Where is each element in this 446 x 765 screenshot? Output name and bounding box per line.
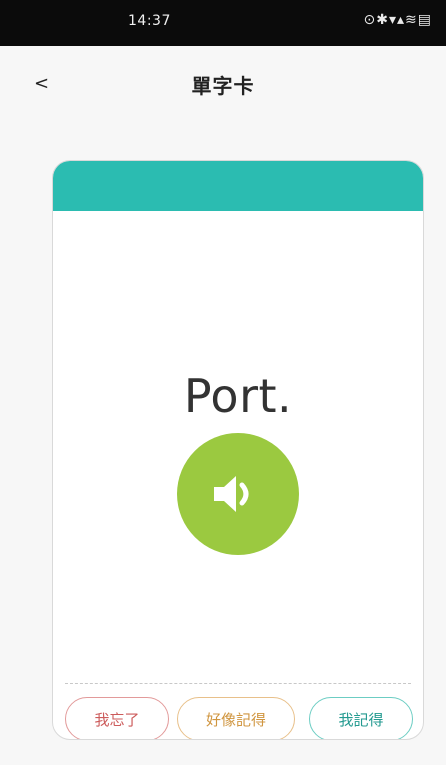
play-pronunciation-button[interactable]	[177, 433, 299, 555]
flashcard-word: Port.	[183, 369, 293, 423]
card-header-bar	[53, 161, 423, 211]
speaker-icon	[214, 476, 249, 512]
status-time: 14:37	[128, 13, 171, 29]
app-header: < 單字卡	[0, 46, 446, 122]
maybe-remember-button[interactable]: 好像記得	[177, 697, 295, 739]
page-title: 單字卡	[191, 74, 255, 98]
status-icons: ⊙✱▾▴≋▤	[363, 12, 432, 28]
card-divider	[65, 683, 411, 684]
forgot-button[interactable]: 我忘了	[65, 697, 169, 739]
remember-button[interactable]: 我記得	[309, 697, 413, 739]
status-bar: 14:37 ⊙✱▾▴≋▤	[0, 0, 446, 46]
flashcard: Port. 我忘了 好像記得 我記得	[52, 160, 424, 740]
